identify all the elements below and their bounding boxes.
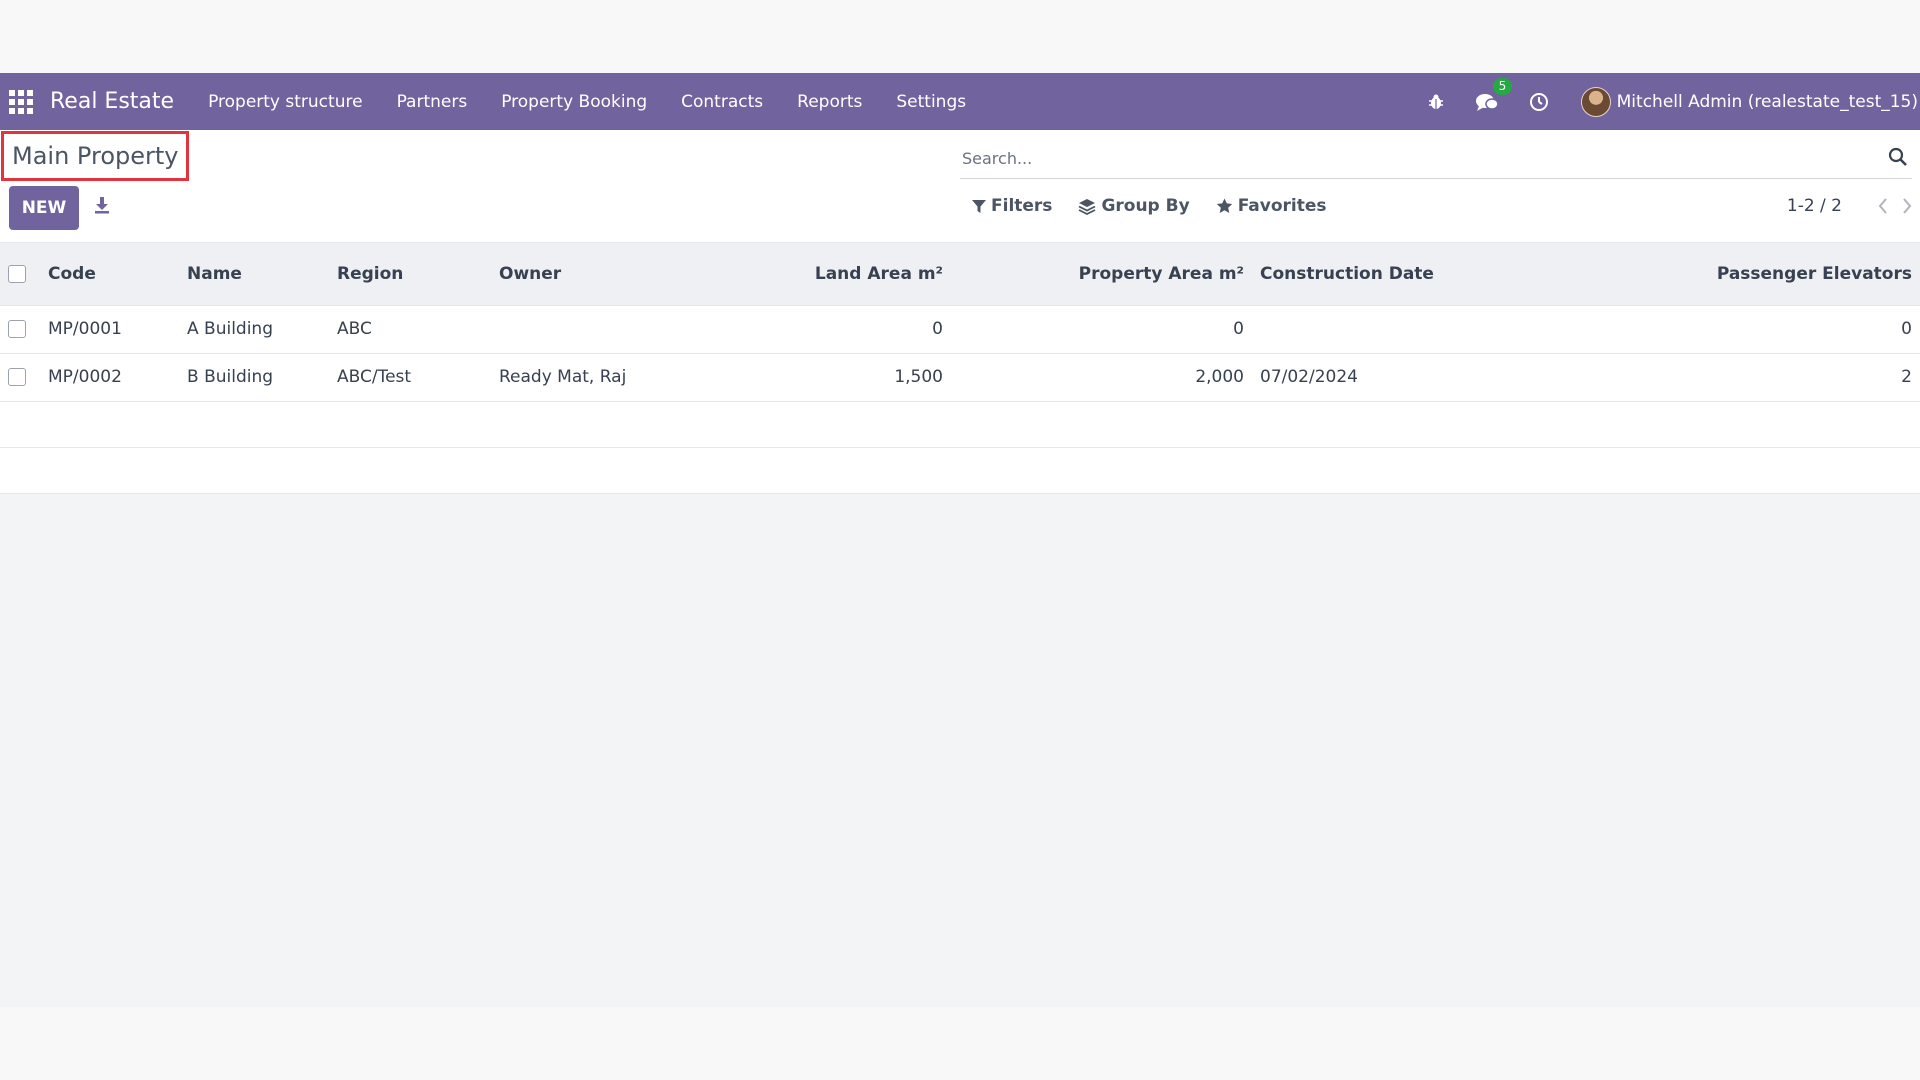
cell-land-area: 1,500: [705, 353, 951, 402]
cell-construction-date: [1252, 305, 1566, 354]
table-header-row: Code Name Region Owner Land Area m² Prop…: [0, 243, 1920, 306]
select-all-cell: [0, 243, 40, 306]
search-icon[interactable]: [1888, 147, 1908, 171]
apps-menu-icon[interactable]: [8, 89, 34, 115]
search-input[interactable]: [960, 149, 1888, 168]
pager-value[interactable]: 1-2 / 2: [1787, 196, 1842, 216]
cell-region: ABC: [329, 305, 491, 354]
column-header-land-area[interactable]: Land Area m²: [705, 243, 951, 306]
navbar-systray: 5 Mitchell Admin (realestate_test_15): [1397, 73, 1920, 130]
menu-settings[interactable]: Settings: [896, 92, 966, 112]
cell-owner: [491, 305, 705, 354]
row-checkbox[interactable]: [8, 320, 26, 338]
list-view: Code Name Region Owner Land Area m² Prop…: [0, 243, 1920, 494]
cell-land-area: 0: [705, 305, 951, 354]
cell-owner: Ready Mat, Raj: [491, 353, 705, 402]
app-brand[interactable]: Real Estate: [50, 89, 174, 114]
favorites-dropdown[interactable]: Favorites: [1216, 196, 1327, 216]
pager: 1-2 / 2: [1787, 196, 1912, 216]
cell-passenger-elevators: 2: [1566, 353, 1920, 402]
cell-construction-date: 07/02/2024: [1252, 353, 1566, 402]
property-table: Code Name Region Owner Land Area m² Prop…: [0, 243, 1920, 494]
layers-icon: [1079, 198, 1096, 215]
column-header-code[interactable]: Code: [40, 243, 179, 306]
table-row[interactable]: MP/0002 B Building ABC/Test Ready Mat, R…: [0, 353, 1920, 402]
filters-label: Filters: [991, 196, 1053, 216]
cell-passenger-elevators: 0: [1566, 305, 1920, 354]
page-title: Main Property: [1, 131, 190, 181]
column-header-construction-date[interactable]: Construction Date: [1252, 243, 1566, 306]
menu-reports[interactable]: Reports: [797, 92, 862, 112]
empty-row: [0, 447, 1920, 494]
row-checkbox[interactable]: [8, 368, 26, 386]
star-icon: [1216, 198, 1232, 213]
cell-code: MP/0001: [40, 305, 179, 354]
column-header-passenger-elevators[interactable]: Passenger Elevators: [1566, 243, 1920, 306]
search-bar: [960, 139, 1912, 179]
cell-code: MP/0002: [40, 353, 179, 402]
cell-name: B Building: [179, 353, 329, 402]
cell-property-area: 0: [951, 305, 1252, 354]
chevron-left-icon[interactable]: [1878, 198, 1888, 214]
chevron-right-icon[interactable]: [1902, 198, 1912, 214]
menu-contracts[interactable]: Contracts: [681, 92, 763, 112]
row-select-cell: [0, 353, 40, 402]
clock-icon[interactable]: [1529, 92, 1549, 112]
user-menu[interactable]: Mitchell Admin (realestate_test_15): [1617, 92, 1918, 112]
chat-icon[interactable]: 5: [1475, 77, 1513, 112]
menu-property-structure[interactable]: Property structure: [208, 92, 363, 112]
table-row[interactable]: MP/0001 A Building ABC 0 0 0: [0, 305, 1920, 354]
column-header-name[interactable]: Name: [179, 243, 329, 306]
control-panel: Main Property NEW Filte: [0, 130, 1920, 243]
app-frame: Real Estate Property structure Partners …: [0, 73, 1920, 1007]
menu-property-booking[interactable]: Property Booking: [501, 92, 647, 112]
filter-icon: [972, 199, 986, 213]
empty-row: [0, 401, 1920, 448]
group-by-dropdown[interactable]: Group By: [1078, 196, 1190, 216]
user-avatar[interactable]: [1580, 86, 1611, 117]
download-icon[interactable]: [93, 196, 111, 218]
chat-badge: 5: [1492, 77, 1513, 95]
debug-icon[interactable]: [1427, 93, 1445, 111]
cell-property-area: 2,000: [951, 353, 1252, 402]
new-button[interactable]: NEW: [9, 186, 79, 230]
favorites-label: Favorites: [1237, 196, 1327, 216]
column-header-owner[interactable]: Owner: [491, 243, 705, 306]
cell-name: A Building: [179, 305, 329, 354]
row-select-cell: [0, 305, 40, 354]
select-all-checkbox[interactable]: [8, 264, 26, 283]
column-header-region[interactable]: Region: [329, 243, 491, 306]
menu-partners[interactable]: Partners: [397, 92, 468, 112]
filters-dropdown[interactable]: Filters: [972, 196, 1052, 216]
cell-region: ABC/Test: [329, 353, 491, 402]
top-navbar: Real Estate Property structure Partners …: [0, 73, 1920, 130]
group-by-label: Group By: [1101, 196, 1190, 216]
search-panel-toggles: Filters Group By Favorites: [972, 196, 1353, 216]
column-header-property-area[interactable]: Property Area m²: [951, 243, 1252, 306]
